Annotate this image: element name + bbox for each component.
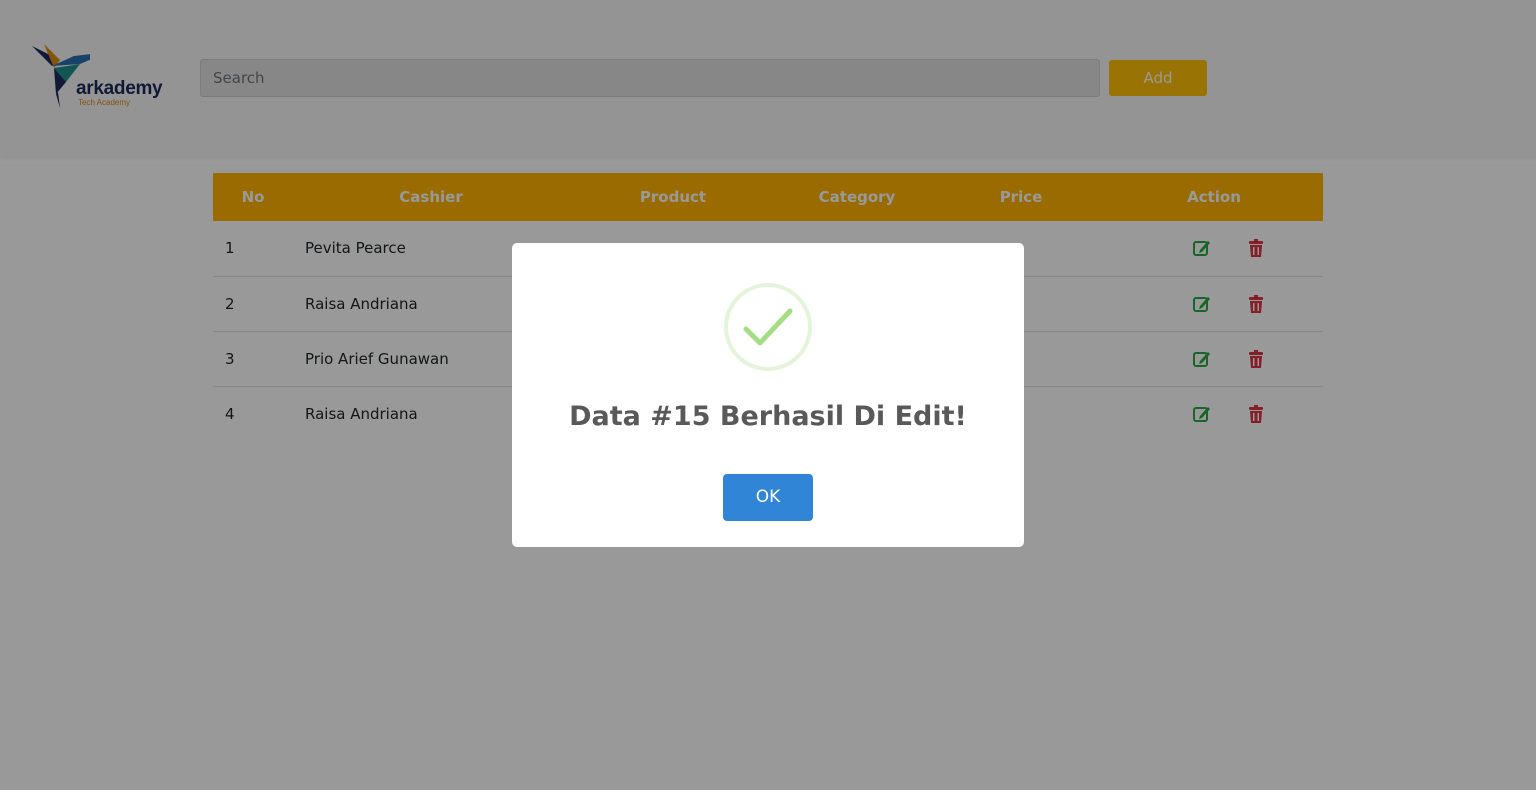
success-check-icon	[724, 283, 812, 371]
dialog-title: Data #15 Berhasil Di Edit!	[569, 401, 967, 432]
success-dialog: Data #15 Berhasil Di Edit! OK	[512, 243, 1024, 547]
ok-button[interactable]: OK	[723, 474, 813, 521]
